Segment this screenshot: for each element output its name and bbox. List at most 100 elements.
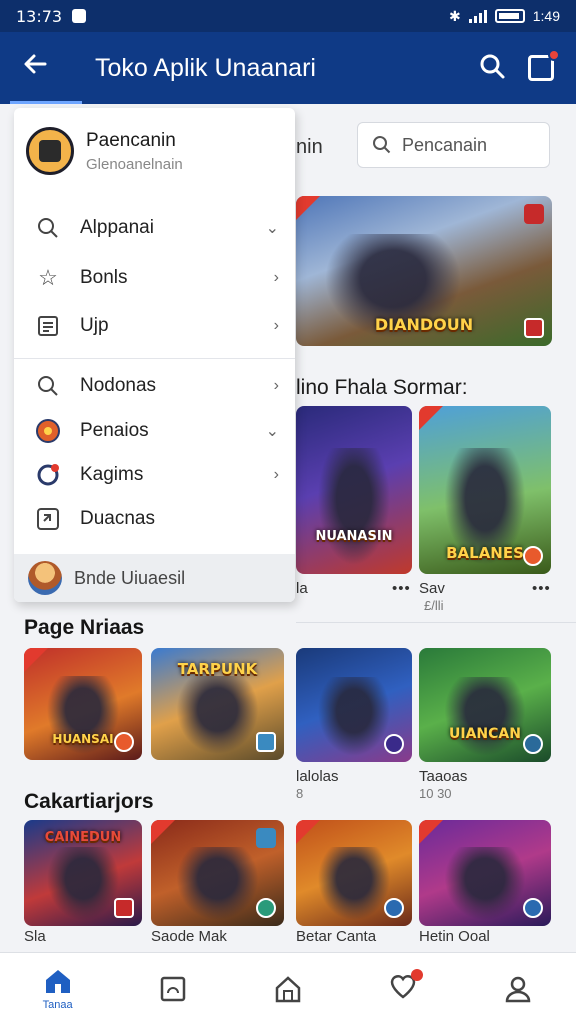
- tile-art: [41, 676, 125, 760]
- notification-icon: [72, 9, 87, 23]
- ribbon: [296, 820, 320, 844]
- drawer-item[interactable]: ☆ Bonls ›: [14, 256, 295, 300]
- game-tile[interactable]: [296, 648, 412, 762]
- drawer-profile[interactable]: Paencanin Glenoanelnain: [14, 108, 295, 194]
- cart-badge: [548, 49, 560, 61]
- nav-wishlist[interactable]: [346, 953, 461, 1024]
- badge-icon: [256, 898, 276, 918]
- drawer-item[interactable]: Nodonas ›: [14, 364, 295, 408]
- frame-icon: [160, 976, 186, 1001]
- drawer-item[interactable]: Penaios ⌄: [14, 409, 295, 453]
- recent-user-row[interactable]: Bnde Uiuaesil: [14, 554, 295, 602]
- badge-icon: [256, 732, 276, 752]
- nav-library[interactable]: [115, 953, 230, 1024]
- badge-icon: [384, 898, 404, 918]
- tile-subcaption: 8: [296, 786, 304, 801]
- drawer-item-label: Nodonas: [80, 375, 157, 396]
- more-icon[interactable]: •••: [532, 580, 551, 597]
- nav-profile[interactable]: [461, 953, 576, 1024]
- chevron-right-icon: ›: [273, 269, 279, 286]
- profile-name: Paencanin: [86, 129, 176, 151]
- section-title: Cakartiarjors: [24, 790, 154, 813]
- wishlist-badge: [411, 969, 424, 981]
- bottom-navigation: Tanaa: [0, 952, 576, 1024]
- section-title: Page Nriaas: [24, 616, 145, 639]
- divider: [14, 358, 295, 359]
- store-icon: [275, 975, 301, 1002]
- hero-word: DIANDOUN: [374, 315, 474, 334]
- game-tile[interactable]: [419, 820, 551, 926]
- game-tile[interactable]: [296, 820, 412, 926]
- tile-art: [313, 846, 395, 926]
- badge-icon: [523, 898, 543, 918]
- tile-art: [438, 846, 532, 926]
- chevron-down-icon: ⌄: [265, 220, 279, 237]
- ribbon: [24, 648, 48, 672]
- tile-art: [438, 676, 532, 762]
- tile-caption: lalolas: [296, 768, 339, 785]
- drawer-item-label: Duacnas: [80, 508, 155, 529]
- home-icon: [45, 969, 70, 993]
- drawer-item[interactable]: Kagims ›: [14, 453, 295, 497]
- tile-caption: Hetin Ooal: [419, 928, 490, 945]
- tile-caption: Sav: [419, 580, 445, 597]
- game-tile[interactable]: [151, 820, 284, 926]
- tile-caption: Betar Canta: [296, 928, 377, 945]
- status-clock: 1:49: [532, 8, 560, 24]
- section-title: lino Fhala Sormar:: [296, 376, 468, 399]
- navigation-drawer: Paencanin Glenoanelnain Alppanai ⌄ ☆ Bon…: [14, 108, 295, 602]
- ribbon: [151, 820, 175, 844]
- tile-word: NUANASIN: [315, 529, 393, 544]
- tile-caption: la: [296, 580, 308, 597]
- circle-icon: [34, 417, 62, 445]
- tile-art: [313, 448, 395, 574]
- tab-label[interactable]: nin: [296, 136, 323, 159]
- game-tile[interactable]: TARPUNK: [151, 648, 284, 760]
- nav-store[interactable]: [230, 953, 345, 1024]
- game-tile[interactable]: HUANSAI: [24, 648, 142, 760]
- featured-banner[interactable]: DIANDOUN: [296, 196, 552, 346]
- drawer-item[interactable]: Duacnas: [14, 497, 295, 541]
- drawer-item-label: Penaios: [80, 420, 149, 441]
- avatar: [26, 127, 74, 175]
- list-icon: [34, 312, 62, 340]
- heart-icon: [389, 969, 424, 1004]
- swap-icon: [34, 505, 62, 533]
- battery-icon: [494, 9, 525, 23]
- drawer-item[interactable]: Alppanai ⌄: [14, 206, 295, 250]
- tile-art: [170, 676, 265, 760]
- divider: [296, 622, 576, 623]
- drawer-item[interactable]: Ujp ›: [14, 304, 295, 348]
- search-icon[interactable]: [478, 52, 506, 85]
- more-icon[interactable]: •••: [392, 580, 411, 597]
- back-arrow-icon[interactable]: [0, 50, 70, 86]
- badge-icon: [523, 546, 543, 566]
- chevron-right-icon: ›: [273, 377, 279, 394]
- nav-home[interactable]: Tanaa: [0, 953, 115, 1024]
- search-field[interactable]: Pencanain: [357, 122, 550, 168]
- game-tile[interactable]: NUANASIN: [296, 406, 412, 574]
- tile-word: CAINEDUN: [44, 830, 122, 845]
- app-bar: Toko Aplik Unaanari: [0, 32, 576, 104]
- search-icon: [34, 214, 62, 242]
- recent-user-label: Bnde Uiuaesil: [74, 567, 186, 588]
- game-tile[interactable]: CAINEDUN: [24, 820, 142, 926]
- badge-icon: [114, 898, 134, 918]
- game-tile[interactable]: UIANCAN: [419, 648, 551, 762]
- cart-icon[interactable]: [528, 49, 560, 81]
- avatar: [28, 561, 62, 595]
- badge-icon: [384, 734, 404, 754]
- tag-icon: [256, 828, 276, 848]
- drawer-item-label: Kagims: [80, 464, 144, 485]
- tile-art: [41, 846, 125, 926]
- status-bar: 13:73 ✱ 1:49: [0, 0, 576, 32]
- tile-caption: Taaoas: [419, 768, 468, 785]
- profile-subtitle: Glenoanelnain: [86, 155, 183, 173]
- ribbon: [296, 196, 320, 220]
- tile-art: [170, 846, 265, 926]
- badge-icon: [524, 318, 544, 338]
- game-tile[interactable]: BALANES: [419, 406, 551, 574]
- user-icon: [506, 976, 531, 1002]
- badge-icon: [523, 734, 543, 754]
- chevron-down-icon: ⌄: [265, 423, 279, 440]
